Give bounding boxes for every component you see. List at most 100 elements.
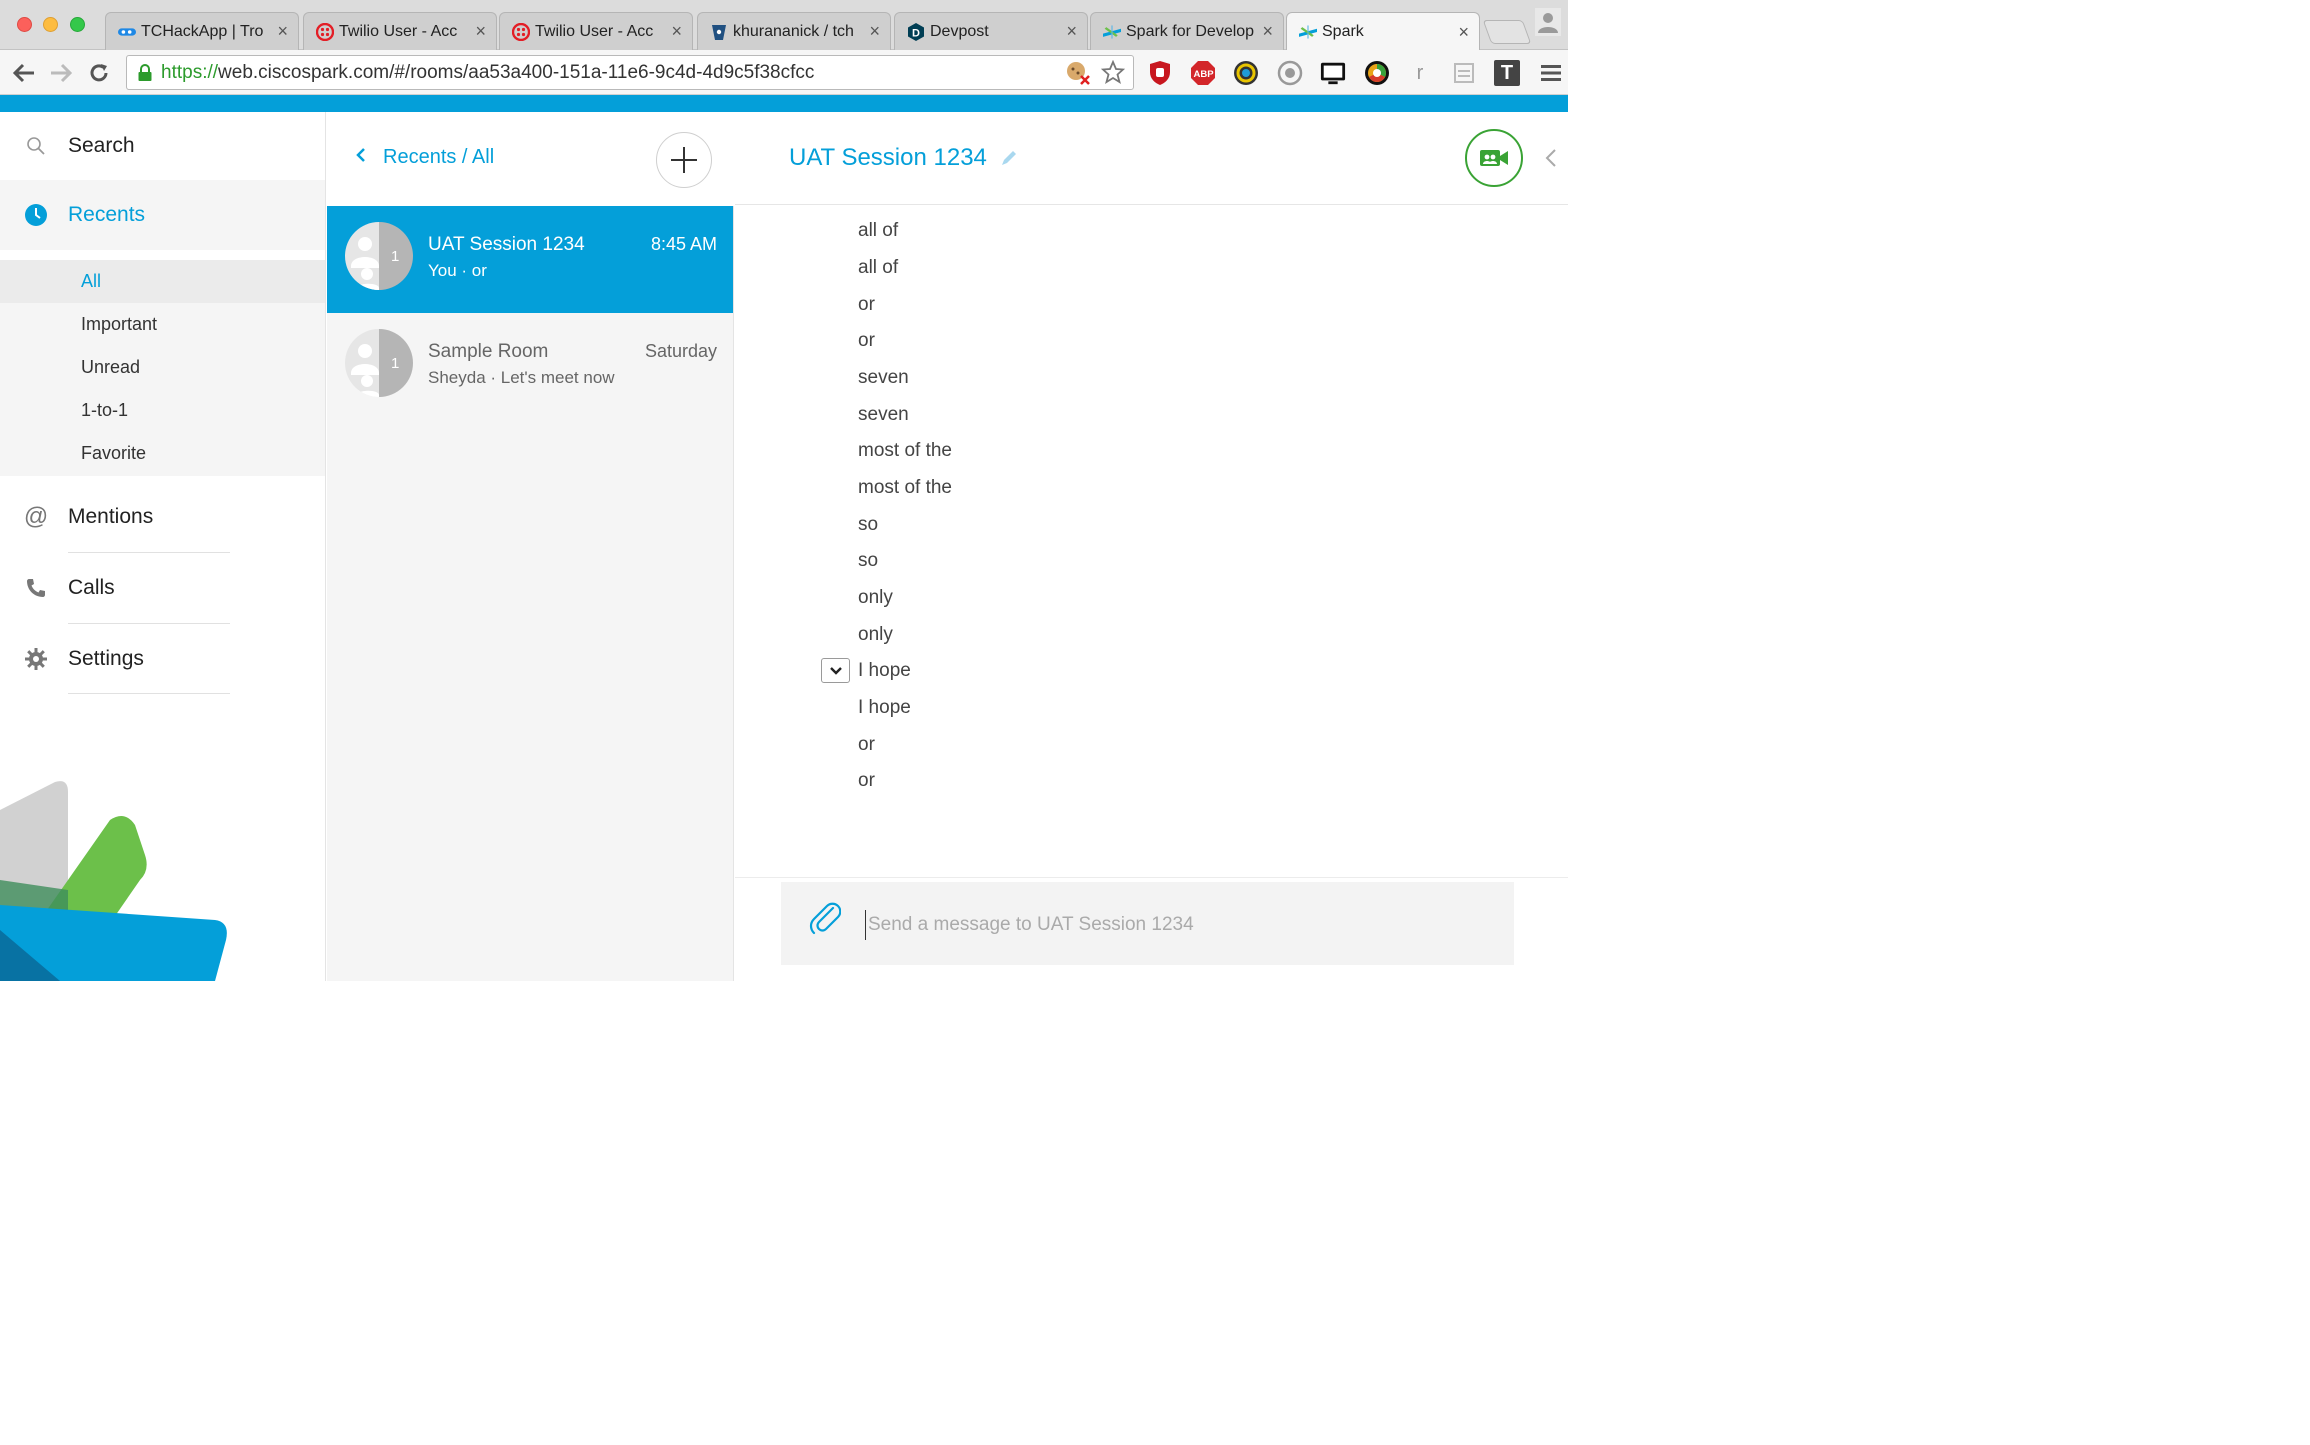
room-time: 8:45 AM bbox=[650, 234, 717, 254]
color-picker-extension-icon[interactable] bbox=[1233, 60, 1259, 86]
chevron-left-icon[interactable] bbox=[1545, 148, 1557, 174]
menu-icon[interactable] bbox=[1538, 60, 1564, 86]
tab-close-icon[interactable]: × bbox=[277, 21, 288, 42]
twilio-favicon-icon bbox=[316, 22, 334, 41]
conversation-title[interactable]: UAT Session 1234 bbox=[789, 144, 987, 172]
room-name: UAT Session 1234 bbox=[428, 234, 585, 255]
composer-divider bbox=[735, 877, 1568, 878]
message-menu-button[interactable] bbox=[821, 658, 850, 683]
maximize-window-button[interactable] bbox=[70, 17, 85, 32]
tab-title: khurananick / tch bbox=[733, 22, 854, 40]
nav-calls[interactable]: Calls bbox=[0, 555, 325, 621]
tab-close-icon[interactable]: × bbox=[1262, 21, 1273, 42]
spark-favicon-icon bbox=[1299, 23, 1317, 41]
tab-title: TCHackApp | Tro bbox=[141, 22, 264, 40]
browser-tab-tchackapp[interactable]: TCHackApp | Tro × bbox=[105, 12, 299, 50]
message: I hope bbox=[858, 660, 911, 681]
nav-recents-label: Recents bbox=[68, 203, 146, 226]
filter-important[interactable]: Important bbox=[0, 303, 325, 346]
browser-tab-twilio-2[interactable]: Twilio User - Acc × bbox=[499, 12, 693, 50]
spark-logo-graphic bbox=[0, 781, 227, 981]
video-call-button[interactable] bbox=[1465, 129, 1523, 187]
tab-close-icon[interactable]: × bbox=[1458, 22, 1469, 43]
video-camera-icon bbox=[1480, 150, 1508, 166]
paperclip-icon[interactable] bbox=[809, 902, 842, 936]
ublock-extension-icon[interactable] bbox=[1147, 60, 1173, 86]
tab-close-icon[interactable]: × bbox=[671, 21, 682, 42]
message: most of the bbox=[858, 440, 952, 461]
reload-icon[interactable] bbox=[86, 60, 112, 86]
filter-all[interactable]: All bbox=[0, 260, 325, 303]
plus-icon bbox=[671, 147, 697, 173]
browser-tab-spark[interactable]: Spark × bbox=[1286, 12, 1480, 51]
record-extension-icon[interactable] bbox=[1277, 60, 1303, 86]
room-avatar: 1 bbox=[345, 222, 413, 290]
nav-calls-label: Calls bbox=[68, 576, 115, 599]
adblock-plus-extension-icon[interactable]: ABP bbox=[1190, 60, 1216, 86]
clock-icon bbox=[24, 203, 48, 227]
breadcrumb-label: Recents / All bbox=[383, 146, 495, 168]
new-tab-button[interactable] bbox=[1482, 20, 1532, 44]
back-arrow-icon[interactable] bbox=[11, 60, 37, 86]
add-room-button[interactable] bbox=[656, 132, 712, 188]
tab-title: Spark bbox=[1322, 23, 1364, 40]
forward-arrow-icon[interactable] bbox=[48, 60, 74, 86]
nav-divider bbox=[68, 693, 230, 694]
minimize-window-button[interactable] bbox=[43, 17, 58, 32]
nav-recents[interactable]: Recents bbox=[0, 180, 325, 250]
pencil-edit-icon[interactable] bbox=[999, 148, 1019, 168]
chrome-extension-icon[interactable] bbox=[1364, 60, 1390, 86]
nav-mentions-label: Mentions bbox=[68, 505, 154, 528]
filter-unread[interactable]: Unread bbox=[0, 346, 325, 389]
nav-settings[interactable]: Settings bbox=[0, 626, 325, 692]
search-icon bbox=[24, 134, 48, 158]
message: all of bbox=[858, 257, 899, 278]
nav-settings-label: Settings bbox=[68, 647, 144, 670]
tab-close-icon[interactable]: × bbox=[869, 21, 880, 42]
t-extension-icon[interactable]: T bbox=[1494, 60, 1520, 86]
browser-tab-spark-developers[interactable]: Spark for Develop × bbox=[1090, 12, 1284, 50]
left-navigation: Search Recents All Important Unread 1-to… bbox=[0, 112, 326, 981]
nav-divider bbox=[68, 552, 230, 553]
gear-icon bbox=[24, 647, 48, 671]
nav-search[interactable]: Search bbox=[0, 113, 325, 179]
address-bar[interactable]: https://web.ciscospark.com/#/rooms/aa53a… bbox=[126, 55, 1134, 90]
nav-mentions[interactable]: @ Mentions bbox=[0, 484, 325, 550]
browser-tab-twilio-1[interactable]: Twilio User - Acc × bbox=[303, 12, 497, 50]
tab-title: Twilio User - Acc bbox=[339, 22, 458, 40]
screen-extension-icon[interactable] bbox=[1320, 60, 1346, 86]
reader-extension-icon[interactable] bbox=[1451, 60, 1477, 86]
room-item-sample-room[interactable]: 1 Sample Room Saturday Sheyda · Let's me… bbox=[327, 313, 733, 420]
tab-close-icon[interactable]: × bbox=[475, 21, 486, 42]
filter-1-to-1[interactable]: 1-to-1 bbox=[0, 389, 325, 432]
profile-icon[interactable] bbox=[1535, 8, 1561, 36]
url-path: web.ciscospark.com/#/rooms/aa53a400-151a… bbox=[218, 61, 815, 83]
room-item-uat-session[interactable]: 1 UAT Session 1234 8:45 AM You · or bbox=[327, 206, 733, 313]
breadcrumb[interactable]: Recents / All bbox=[355, 146, 494, 169]
message: all of bbox=[858, 220, 899, 241]
cookie-blocked-icon[interactable] bbox=[1065, 60, 1091, 92]
at-sign-icon: @ bbox=[23, 503, 49, 530]
browser-tab-bitbucket[interactable]: khurananick / tch × bbox=[697, 12, 891, 50]
message: so bbox=[858, 514, 879, 535]
close-window-button[interactable] bbox=[17, 17, 32, 32]
nav-divider bbox=[68, 623, 230, 624]
message: or bbox=[858, 330, 875, 351]
conversation-header: UAT Session 1234 bbox=[735, 112, 1568, 205]
browser-tab-devpost[interactable]: D Devpost × bbox=[894, 12, 1088, 50]
message: seven bbox=[858, 404, 909, 425]
adblock-label: ABP bbox=[1194, 69, 1215, 80]
message: so bbox=[858, 550, 879, 571]
tab-title: Twilio User - Acc bbox=[535, 22, 654, 40]
devpost-favicon-icon: D bbox=[907, 22, 925, 41]
nav-search-label: Search bbox=[68, 134, 135, 157]
r-extension-icon[interactable]: r bbox=[1407, 60, 1433, 86]
chevron-down-icon bbox=[829, 666, 842, 675]
message-input[interactable] bbox=[865, 910, 1485, 940]
room-preview: Sheyda · Let's meet now bbox=[428, 368, 615, 387]
tab-title: Spark for Develop bbox=[1126, 22, 1255, 40]
tab-close-icon[interactable]: × bbox=[1066, 21, 1077, 42]
bookmark-star-icon[interactable] bbox=[1100, 59, 1126, 92]
phone-icon bbox=[24, 576, 48, 600]
filter-favorite[interactable]: Favorite bbox=[0, 432, 325, 475]
